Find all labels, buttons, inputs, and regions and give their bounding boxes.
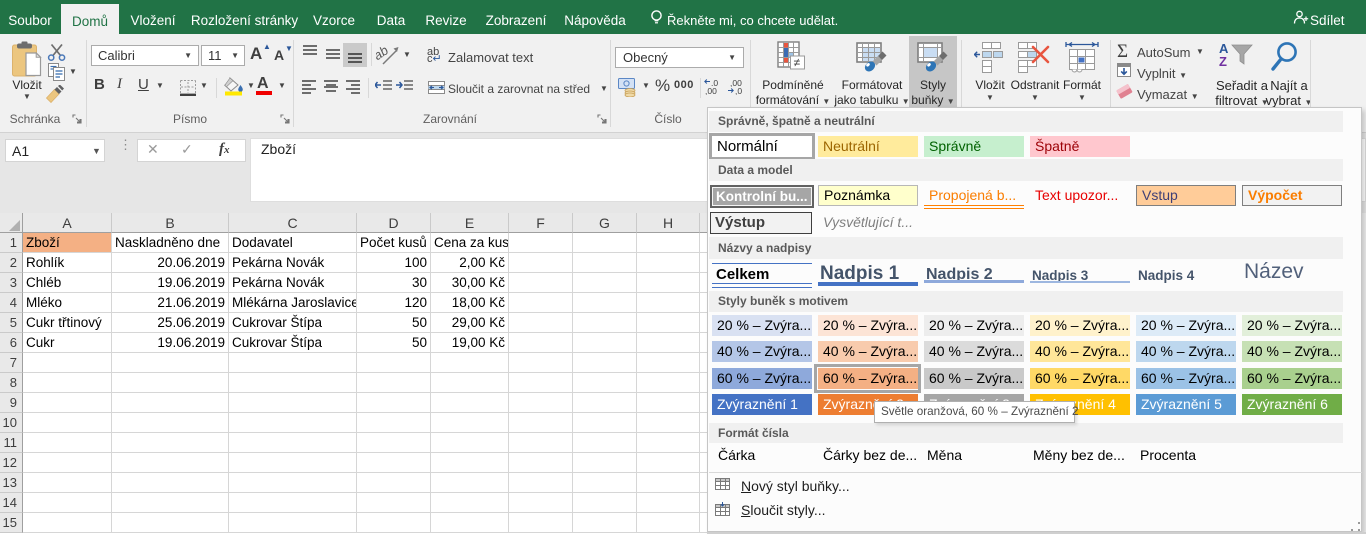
svg-text:,0: ,0	[735, 86, 742, 95]
svg-text:,00: ,00	[705, 86, 717, 95]
svg-text:ab: ab	[376, 43, 391, 64]
svg-text:≠: ≠	[794, 56, 801, 70]
